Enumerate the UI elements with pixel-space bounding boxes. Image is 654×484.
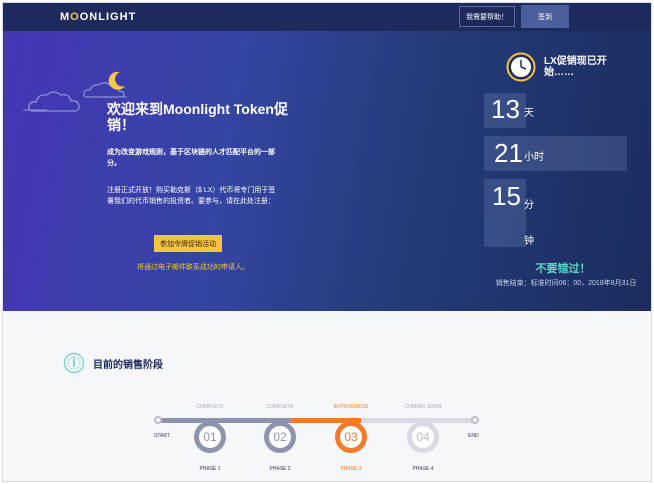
clock-icon: [506, 52, 536, 82]
minutes-value: 15: [492, 181, 521, 211]
sale-end-text: 销售结束：标准时间06：00，2018年8月31日: [495, 280, 637, 287]
top-nav: MOONLIGHT 我需要帮助！ 签到: [3, 3, 651, 31]
logo[interactable]: MOONLIGHT: [60, 11, 136, 23]
phase-1-label: PHASE 1: [199, 466, 221, 472]
phase-1-number: 01: [203, 430, 217, 444]
logo-prefix: M: [60, 11, 71, 23]
phase-1-state: COMPLETE: [196, 404, 224, 410]
days-value: 13: [491, 94, 520, 124]
hours-value: 21: [494, 138, 523, 168]
hero-title: 欢迎来到Moonlight Token促销！: [107, 101, 288, 133]
end-label: END: [468, 433, 479, 439]
phase-2-label: PHASE 2: [269, 466, 291, 472]
end-dot: [471, 416, 479, 424]
logo-rest: ONLIGHT: [79, 11, 137, 23]
phase-4-label: PHASE 4: [412, 466, 434, 472]
phase-4-marker[interactable]: 04: [407, 421, 439, 453]
phase-3-state: IN PROGRESS: [333, 404, 369, 410]
minutes-unit: 分钟: [524, 200, 534, 247]
join-sale-button[interactable]: 参加令牌促销活动: [154, 235, 222, 252]
start-dot: [154, 416, 162, 424]
dont-miss-text: 不要错过！: [535, 263, 591, 275]
promo-title: LX促销现已开始……: [544, 56, 607, 78]
hero-note: 将通过电子邮件联系成功的申请人。: [137, 264, 249, 271]
phase-3-number: 03: [344, 430, 358, 444]
phase-4-state: COMING SOON: [404, 404, 442, 410]
phase-2-number: 02: [273, 430, 287, 444]
phase-1-marker[interactable]: 01: [194, 421, 226, 453]
stage-icon: [63, 352, 85, 374]
days-unit: 天: [524, 108, 534, 119]
hero-description: 注册正式开放！购买勒克斯（$ LX）代币将专门用于签署我们的代币销售的投资者。要…: [107, 187, 276, 205]
hours-unit: 小时: [524, 152, 544, 163]
page-frame: MOONLIGHT 我需要帮助！ 签到 欢迎来到Moonlight Token促…: [2, 2, 652, 482]
phase-2-state: COMPLETE: [266, 404, 294, 410]
hero-subtitle: 成为改变游戏规则，基于区块链的人才匹配平台的一部分。: [107, 149, 275, 167]
login-button[interactable]: 签到: [521, 5, 569, 28]
start-label: START: [154, 433, 170, 439]
phase-3-label: PHASE 3: [340, 466, 362, 472]
moon-icon: [108, 71, 125, 90]
phase-2-marker[interactable]: 02: [264, 421, 296, 453]
hero-section: 欢迎来到Moonlight Token促销！ 成为改变游戏规则，基于区块链的人才…: [3, 31, 651, 311]
stage-title: 目前的销售阶段: [93, 360, 163, 371]
phase-4-number: 04: [416, 430, 430, 444]
help-button[interactable]: 我需要帮助！: [459, 6, 515, 27]
logo-moon: O: [70, 11, 80, 23]
phase-3-marker[interactable]: 03: [335, 421, 367, 453]
